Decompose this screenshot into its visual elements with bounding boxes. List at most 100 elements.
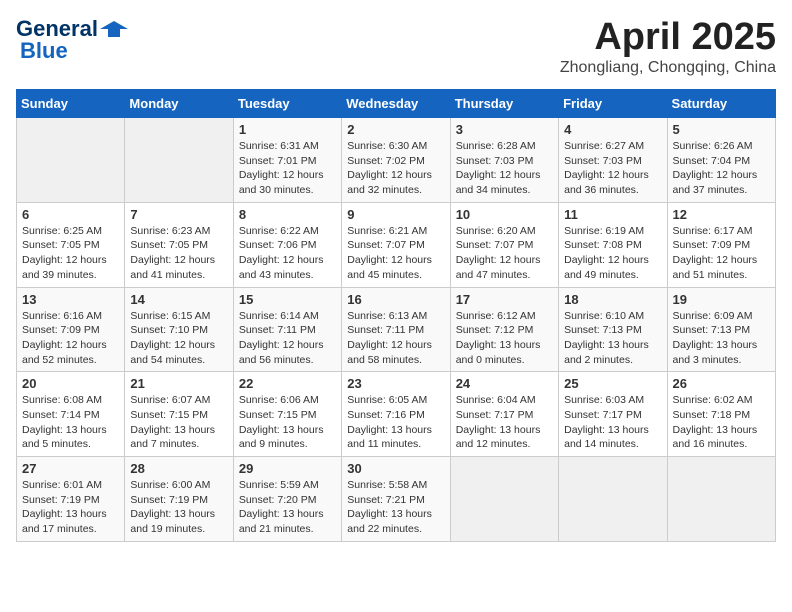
day-number: 9 <box>347 207 444 222</box>
weekday-header-sunday: Sunday <box>17 90 125 118</box>
day-details: Sunrise: 5:59 AM Sunset: 7:20 PM Dayligh… <box>239 478 336 537</box>
day-details: Sunrise: 6:25 AM Sunset: 7:05 PM Dayligh… <box>22 224 119 283</box>
header: General Blue April 2025 Zhongliang, Chon… <box>16 16 776 77</box>
day-number: 13 <box>22 292 119 307</box>
day-details: Sunrise: 6:30 AM Sunset: 7:02 PM Dayligh… <box>347 139 444 198</box>
calendar-cell: 7 Sunrise: 6:23 AM Sunset: 7:05 PM Daylig… <box>125 202 233 287</box>
calendar-title: April 2025 <box>560 16 776 59</box>
weekday-header-wednesday: Wednesday <box>342 90 450 118</box>
calendar-cell: 11 Sunrise: 6:19 AM Sunset: 7:08 PM Dayli… <box>559 202 667 287</box>
calendar-week-row: 1 Sunrise: 6:31 AM Sunset: 7:01 PM Daylig… <box>17 118 776 203</box>
day-details: Sunrise: 6:13 AM Sunset: 7:11 PM Dayligh… <box>347 309 444 368</box>
weekday-header-thursday: Thursday <box>450 90 558 118</box>
day-number: 26 <box>673 376 770 391</box>
calendar-cell: 12 Sunrise: 6:17 AM Sunset: 7:09 PM Dayli… <box>667 202 775 287</box>
weekday-header-row: SundayMondayTuesdayWednesdayThursdayFrid… <box>17 90 776 118</box>
day-number: 12 <box>673 207 770 222</box>
day-details: Sunrise: 6:20 AM Sunset: 7:07 PM Dayligh… <box>456 224 553 283</box>
day-number: 17 <box>456 292 553 307</box>
day-details: Sunrise: 6:09 AM Sunset: 7:13 PM Dayligh… <box>673 309 770 368</box>
calendar-week-row: 27 Sunrise: 6:01 AM Sunset: 7:19 PM Dayli… <box>17 457 776 542</box>
day-number: 2 <box>347 122 444 137</box>
day-number: 14 <box>130 292 227 307</box>
calendar-subtitle: Zhongliang, Chongqing, China <box>560 59 776 77</box>
weekday-header-monday: Monday <box>125 90 233 118</box>
day-number: 28 <box>130 461 227 476</box>
day-number: 18 <box>564 292 661 307</box>
calendar-table: SundayMondayTuesdayWednesdayThursdayFrid… <box>16 89 776 542</box>
day-details: Sunrise: 6:07 AM Sunset: 7:15 PM Dayligh… <box>130 393 227 452</box>
calendar-cell: 4 Sunrise: 6:27 AM Sunset: 7:03 PM Daylig… <box>559 118 667 203</box>
weekday-header-saturday: Saturday <box>667 90 775 118</box>
day-number: 6 <box>22 207 119 222</box>
calendar-cell: 15Sunrise: 6:14 AM Sunset: 7:11 PM Dayli… <box>233 287 341 372</box>
calendar-cell: 8 Sunrise: 6:22 AM Sunset: 7:06 PM Daylig… <box>233 202 341 287</box>
calendar-cell: 1 Sunrise: 6:31 AM Sunset: 7:01 PM Daylig… <box>233 118 341 203</box>
weekday-header-tuesday: Tuesday <box>233 90 341 118</box>
calendar-cell: 25 Sunrise: 6:03 AM Sunset: 7:17 PM Dayli… <box>559 372 667 457</box>
title-area: April 2025 Zhongliang, Chongqing, China <box>560 16 776 77</box>
day-number: 20 <box>22 376 119 391</box>
day-number: 25 <box>564 376 661 391</box>
calendar-week-row: 13 Sunrise: 6:16 AM Sunset: 7:09 PM Dayli… <box>17 287 776 372</box>
day-details: Sunrise: 6:01 AM Sunset: 7:19 PM Dayligh… <box>22 478 119 537</box>
logo-bird-icon <box>100 19 128 39</box>
calendar-cell <box>667 457 775 542</box>
calendar-cell: 2 Sunrise: 6:30 AM Sunset: 7:02 PM Daylig… <box>342 118 450 203</box>
calendar-cell: 30Sunrise: 5:58 AM Sunset: 7:21 PM Dayli… <box>342 457 450 542</box>
day-details: Sunrise: 6:00 AM Sunset: 7:19 PM Dayligh… <box>130 478 227 537</box>
day-details: Sunrise: 6:06 AM Sunset: 7:15 PM Dayligh… <box>239 393 336 452</box>
calendar-cell: 23 Sunrise: 6:05 AM Sunset: 7:16 PM Dayli… <box>342 372 450 457</box>
day-details: Sunrise: 6:03 AM Sunset: 7:17 PM Dayligh… <box>564 393 661 452</box>
day-number: 16 <box>347 292 444 307</box>
calendar-cell: 28 Sunrise: 6:00 AM Sunset: 7:19 PM Dayli… <box>125 457 233 542</box>
day-details: Sunrise: 6:15 AM Sunset: 7:10 PM Dayligh… <box>130 309 227 368</box>
calendar-cell <box>559 457 667 542</box>
day-number: 22 <box>239 376 336 391</box>
logo-blue: Blue <box>20 38 68 64</box>
day-number: 24 <box>456 376 553 391</box>
calendar-cell: 24Sunrise: 6:04 AM Sunset: 7:17 PM Dayli… <box>450 372 558 457</box>
day-details: Sunrise: 6:12 AM Sunset: 7:12 PM Dayligh… <box>456 309 553 368</box>
calendar-cell: 17 Sunrise: 6:12 AM Sunset: 7:12 PM Dayli… <box>450 287 558 372</box>
day-number: 3 <box>456 122 553 137</box>
logo: General Blue <box>16 16 128 64</box>
day-details: Sunrise: 6:17 AM Sunset: 7:09 PM Dayligh… <box>673 224 770 283</box>
calendar-cell: 18 Sunrise: 6:10 AM Sunset: 7:13 PM Dayli… <box>559 287 667 372</box>
day-number: 7 <box>130 207 227 222</box>
day-details: Sunrise: 6:19 AM Sunset: 7:08 PM Dayligh… <box>564 224 661 283</box>
calendar-cell: 22 Sunrise: 6:06 AM Sunset: 7:15 PM Dayli… <box>233 372 341 457</box>
day-number: 1 <box>239 122 336 137</box>
day-number: 4 <box>564 122 661 137</box>
calendar-cell: 27 Sunrise: 6:01 AM Sunset: 7:19 PM Dayli… <box>17 457 125 542</box>
day-details: Sunrise: 6:26 AM Sunset: 7:04 PM Dayligh… <box>673 139 770 198</box>
day-details: Sunrise: 6:05 AM Sunset: 7:16 PM Dayligh… <box>347 393 444 452</box>
day-number: 11 <box>564 207 661 222</box>
calendar-cell: 20Sunrise: 6:08 AM Sunset: 7:14 PM Dayli… <box>17 372 125 457</box>
calendar-cell: 6 Sunrise: 6:25 AM Sunset: 7:05 PM Daylig… <box>17 202 125 287</box>
day-details: Sunrise: 6:10 AM Sunset: 7:13 PM Dayligh… <box>564 309 661 368</box>
calendar-week-row: 6 Sunrise: 6:25 AM Sunset: 7:05 PM Daylig… <box>17 202 776 287</box>
day-number: 29 <box>239 461 336 476</box>
calendar-cell <box>17 118 125 203</box>
day-number: 15 <box>239 292 336 307</box>
day-number: 8 <box>239 207 336 222</box>
day-details: Sunrise: 6:28 AM Sunset: 7:03 PM Dayligh… <box>456 139 553 198</box>
day-number: 19 <box>673 292 770 307</box>
calendar-cell: 21Sunrise: 6:07 AM Sunset: 7:15 PM Dayli… <box>125 372 233 457</box>
weekday-header-friday: Friday <box>559 90 667 118</box>
day-details: Sunrise: 6:23 AM Sunset: 7:05 PM Dayligh… <box>130 224 227 283</box>
day-details: Sunrise: 6:22 AM Sunset: 7:06 PM Dayligh… <box>239 224 336 283</box>
calendar-cell: 13 Sunrise: 6:16 AM Sunset: 7:09 PM Dayli… <box>17 287 125 372</box>
day-details: Sunrise: 6:16 AM Sunset: 7:09 PM Dayligh… <box>22 309 119 368</box>
calendar-cell: 26Sunrise: 6:02 AM Sunset: 7:18 PM Dayli… <box>667 372 775 457</box>
day-details: Sunrise: 6:31 AM Sunset: 7:01 PM Dayligh… <box>239 139 336 198</box>
day-number: 27 <box>22 461 119 476</box>
day-number: 30 <box>347 461 444 476</box>
calendar-cell: 9Sunrise: 6:21 AM Sunset: 7:07 PM Daylig… <box>342 202 450 287</box>
calendar-cell: 19 Sunrise: 6:09 AM Sunset: 7:13 PM Dayli… <box>667 287 775 372</box>
day-number: 5 <box>673 122 770 137</box>
day-number: 23 <box>347 376 444 391</box>
calendar-cell: 5 Sunrise: 6:26 AM Sunset: 7:04 PM Daylig… <box>667 118 775 203</box>
day-details: Sunrise: 6:27 AM Sunset: 7:03 PM Dayligh… <box>564 139 661 198</box>
